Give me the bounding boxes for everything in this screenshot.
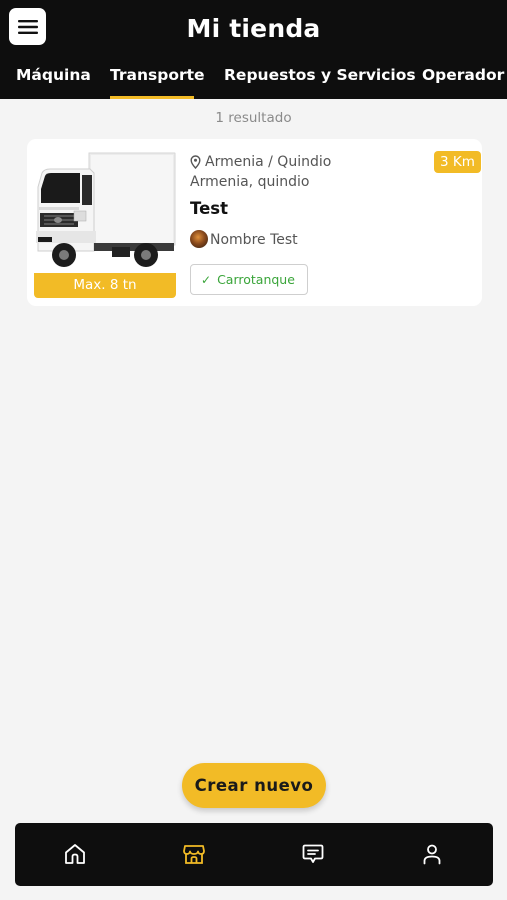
location-pin-icon: [190, 155, 201, 169]
result-count: 1 resultado: [215, 110, 292, 126]
active-tab-indicator: [110, 96, 194, 99]
nav-messages[interactable]: [300, 841, 326, 867]
bottom-nav: [15, 823, 493, 886]
tab-repuestos-y-servicios[interactable]: Repuestos y Servicios: [224, 66, 416, 84]
chat-icon: [302, 844, 324, 863]
check-icon: ✓: [201, 272, 212, 287]
owner-name: Nombre Test: [210, 232, 298, 248]
user-icon: [423, 844, 441, 865]
nav-store[interactable]: [181, 841, 207, 867]
nav-profile[interactable]: [419, 841, 445, 867]
category-label: Carrotanque: [217, 272, 295, 287]
tab-transporte[interactable]: Transporte: [110, 66, 205, 84]
category-chip: ✓ Carrotanque: [190, 264, 308, 295]
tab-maquina[interactable]: Máquina: [16, 66, 91, 84]
truck-image: [34, 151, 176, 273]
listing-title: Test: [190, 199, 228, 218]
owner-avatar: [190, 230, 208, 248]
category-tabs: Máquina Transporte Repuestos y Servicios…: [0, 66, 507, 99]
listing-thumbnail: Max. 8 tn: [34, 151, 176, 298]
page-title: Mi tienda: [186, 14, 321, 43]
store-icon: [183, 845, 205, 864]
tab-operador[interactable]: Operador: [422, 66, 504, 84]
nav-home[interactable]: [62, 841, 88, 867]
location-detail: Armenia, quindio: [190, 174, 310, 190]
location-city: Armenia / Quindio: [205, 154, 332, 170]
distance-badge: 3 Km: [434, 151, 481, 173]
app-header: Mi tienda Máquina Transporte Repuestos y…: [0, 0, 507, 99]
listing-card[interactable]: Max. 8 tn Armenia / Quindio Armenia, qui…: [27, 139, 482, 306]
capacity-badge: Max. 8 tn: [34, 273, 176, 298]
create-new-button[interactable]: Crear nuevo: [182, 763, 326, 808]
home-icon: [65, 844, 85, 864]
